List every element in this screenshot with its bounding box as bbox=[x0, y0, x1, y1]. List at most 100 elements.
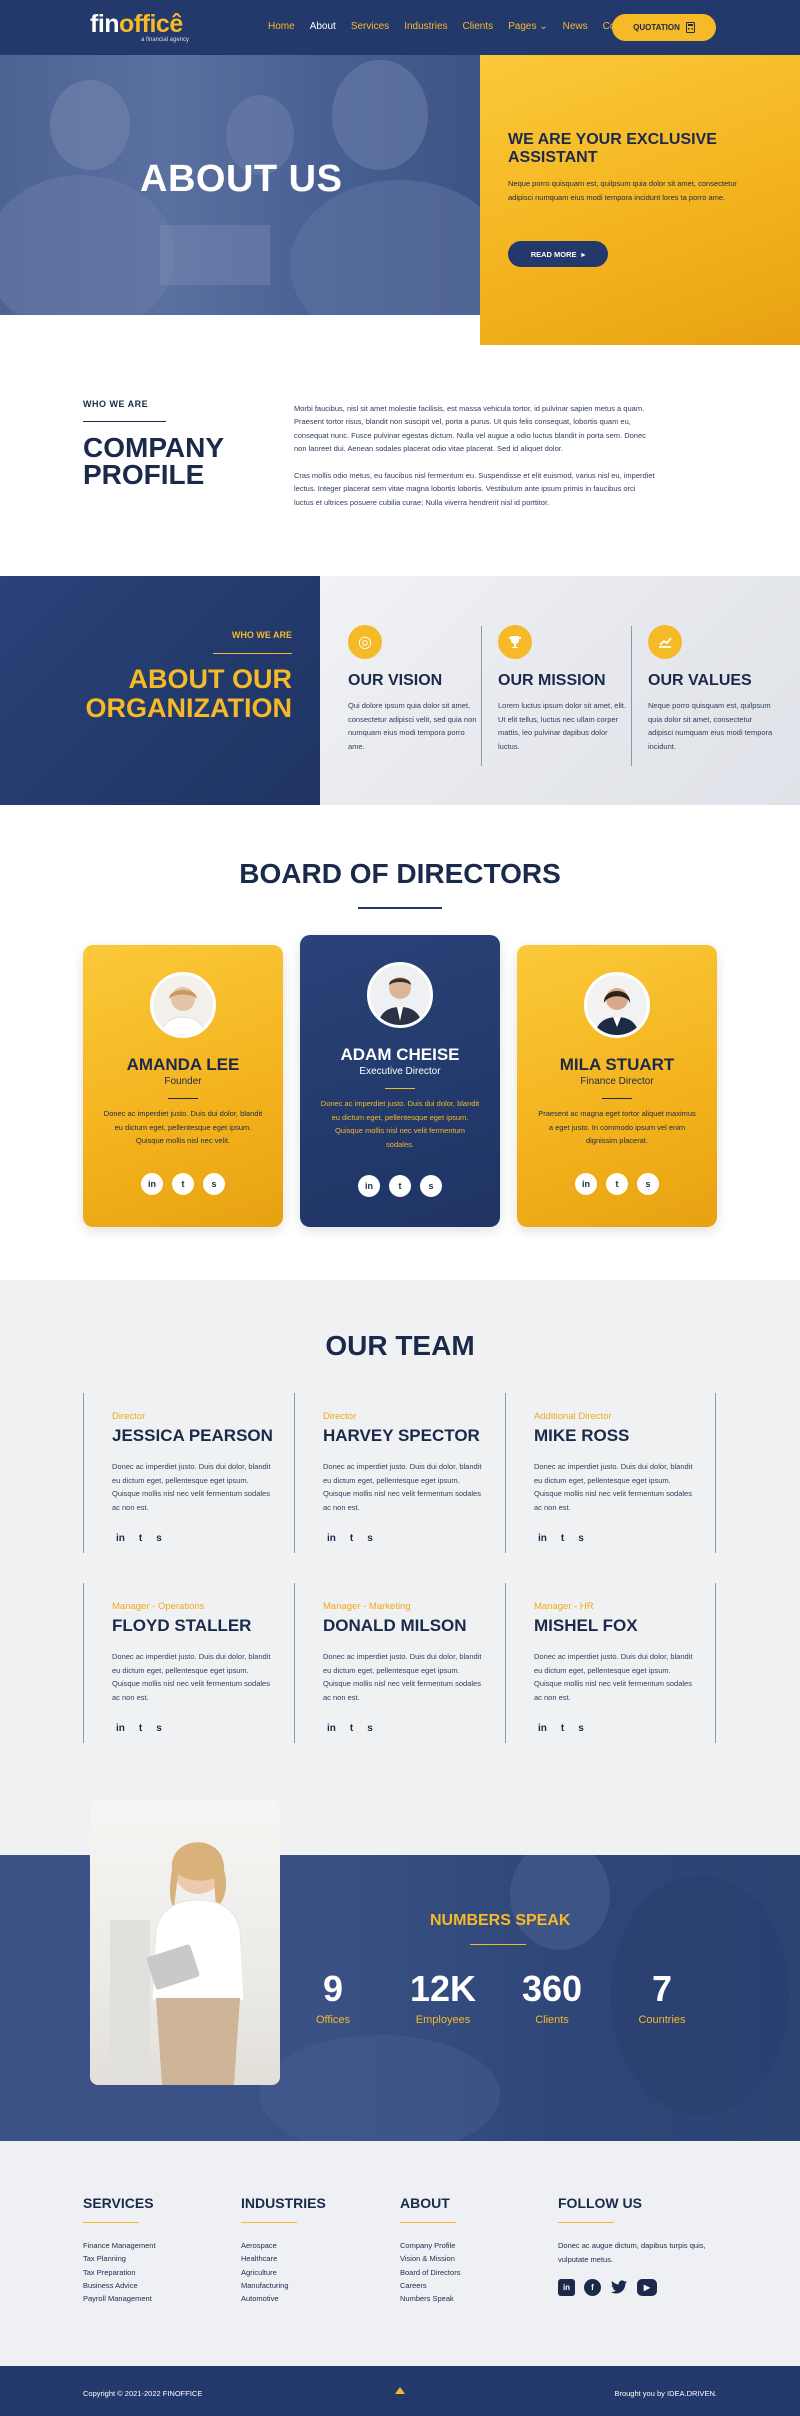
hero-title: ABOUT US bbox=[140, 158, 343, 200]
team-section bbox=[0, 1280, 800, 1855]
footer-link[interactable]: Careers bbox=[400, 2279, 550, 2292]
twitter-icon[interactable]: t bbox=[561, 1723, 564, 1734]
footer-link[interactable]: Agriculture bbox=[241, 2266, 391, 2279]
twitter-icon[interactable] bbox=[610, 2279, 628, 2296]
linkedin-icon[interactable]: in bbox=[141, 1173, 163, 1195]
twitter-icon[interactable]: t bbox=[350, 1723, 353, 1734]
footer-link[interactable]: Manufacturing bbox=[241, 2279, 391, 2292]
team-member-bio: Donec ac imperdiet justo. Duis dui dolor… bbox=[112, 1652, 271, 1702]
read-more-button[interactable]: READ MORE ▸ bbox=[508, 241, 608, 267]
director-social: in t s bbox=[300, 1175, 500, 1197]
team-member-card: Director HARVEY SPECTOR Donec ac imperdi… bbox=[294, 1393, 505, 1553]
footer-link[interactable]: Payroll Management bbox=[83, 2292, 233, 2305]
footer-link[interactable]: Aerospace bbox=[241, 2239, 391, 2252]
numbers-title: NUMBERS SPEAK bbox=[430, 1912, 571, 1929]
linkedin-icon[interactable]: in bbox=[538, 1533, 547, 1544]
footer-link[interactable]: Business Advice bbox=[83, 2279, 233, 2292]
twitter-icon[interactable]: t bbox=[606, 1173, 628, 1195]
nav-about[interactable]: About bbox=[310, 20, 336, 34]
footer-services: SERVICES Finance Management Tax Planning… bbox=[83, 2195, 233, 2305]
footer-link[interactable]: Numbers Speak bbox=[400, 2292, 550, 2305]
footer-divider bbox=[83, 2222, 139, 2223]
footer-link[interactable]: Board of Directors bbox=[400, 2266, 550, 2279]
footer-link[interactable]: Healthcare bbox=[241, 2252, 391, 2265]
board-title: BOARD OF DIRECTORS bbox=[239, 858, 561, 889]
avatar bbox=[150, 972, 216, 1038]
team-member-social: in t s bbox=[538, 1723, 584, 1734]
skype-icon[interactable]: s bbox=[578, 1533, 584, 1544]
team-member-bio: Donec ac imperdiet justo. Duis dui dolor… bbox=[534, 1462, 693, 1512]
footer-link[interactable]: Tax Planning bbox=[83, 2252, 233, 2265]
footer-divider bbox=[558, 2222, 614, 2223]
director-name: AMANDA LEE bbox=[126, 1055, 240, 1074]
card-divider bbox=[385, 1088, 415, 1089]
back-to-top-icon[interactable] bbox=[395, 2387, 405, 2394]
nav-home[interactable]: Home bbox=[268, 20, 295, 34]
footer-heading: INDUSTRIES bbox=[241, 2195, 326, 2211]
team-member-name: JESSICA PEARSON bbox=[112, 1426, 273, 1445]
nav-industries[interactable]: Industries bbox=[404, 20, 447, 34]
footer-link[interactable]: Vision & Mission bbox=[400, 2252, 550, 2265]
twitter-icon[interactable]: t bbox=[561, 1533, 564, 1544]
skype-icon[interactable]: s bbox=[637, 1173, 659, 1195]
profile-divider bbox=[83, 421, 166, 422]
footer-link[interactable]: Tax Preparation bbox=[83, 2266, 233, 2279]
footer-link[interactable]: Finance Management bbox=[83, 2239, 233, 2252]
avatar bbox=[367, 962, 433, 1028]
team-member-card: Manager - Operations FLOYD STALLER Donec… bbox=[83, 1583, 294, 1743]
organization-eyebrow: WHO WE ARE bbox=[231, 630, 292, 640]
skype-icon[interactable]: s bbox=[578, 1723, 584, 1734]
team-member-bio: Donec ac imperdiet justo. Duis dui dolor… bbox=[323, 1462, 482, 1512]
linkedin-icon[interactable]: in bbox=[575, 1173, 597, 1195]
skype-icon[interactable]: s bbox=[367, 1533, 373, 1544]
skype-icon[interactable]: s bbox=[203, 1173, 225, 1195]
team-member-role: Director bbox=[112, 1411, 146, 1422]
trophy-icon bbox=[498, 625, 532, 659]
youtube-icon[interactable]: ▶ bbox=[637, 2279, 657, 2296]
stat-value: 360 bbox=[521, 1968, 583, 2009]
stat-value: 12K bbox=[409, 1968, 477, 2009]
footer-link[interactable]: Company Profile bbox=[400, 2239, 550, 2252]
skype-icon[interactable]: s bbox=[367, 1723, 373, 1734]
linkedin-icon[interactable]: in bbox=[327, 1723, 336, 1734]
team-member-name: HARVEY SPECTOR bbox=[323, 1426, 480, 1445]
linkedin-icon[interactable]: in bbox=[538, 1723, 547, 1734]
credits-text[interactable]: Brought you by IDEA.DRIVEN. bbox=[612, 2389, 717, 2398]
skype-icon[interactable]: s bbox=[156, 1533, 162, 1544]
skype-icon[interactable]: s bbox=[420, 1175, 442, 1197]
linkedin-icon[interactable]: in bbox=[558, 2279, 575, 2296]
hero-card-text: Neque porro quisquam est, quilpsum quia … bbox=[508, 179, 737, 202]
twitter-icon[interactable]: t bbox=[350, 1533, 353, 1544]
logo-tagline: a financial agency bbox=[141, 37, 190, 43]
skype-icon[interactable]: s bbox=[156, 1723, 162, 1734]
facebook-icon[interactable]: f bbox=[584, 2279, 601, 2296]
nav-news[interactable]: News bbox=[563, 20, 588, 34]
profile-eyebrow: WHO WE ARE bbox=[83, 399, 149, 409]
nav-clients[interactable]: Clients bbox=[463, 20, 494, 34]
team-member-social: in t s bbox=[116, 1723, 162, 1734]
quotation-button[interactable]: QUOTATION bbox=[612, 14, 716, 41]
linkedin-icon[interactable]: in bbox=[327, 1533, 336, 1544]
caret-right-icon: ▸ bbox=[581, 249, 586, 259]
linkedin-icon[interactable]: in bbox=[116, 1533, 125, 1544]
mission-text: Lorem luctus ipsum dolor sit amet, elit.… bbox=[498, 701, 626, 751]
linkedin-icon[interactable]: in bbox=[358, 1175, 380, 1197]
twitter-icon[interactable]: t bbox=[172, 1173, 194, 1195]
team-member-role: Manager - Marketing bbox=[323, 1601, 411, 1612]
linkedin-icon[interactable]: in bbox=[116, 1723, 125, 1734]
team-member-social: in t s bbox=[538, 1533, 584, 1544]
team-member-name: DONALD MILSON bbox=[323, 1616, 467, 1635]
twitter-icon[interactable]: t bbox=[389, 1175, 411, 1197]
nav-pages[interactable]: Pages ⌄ bbox=[508, 20, 548, 34]
numbers-divider bbox=[470, 1944, 526, 1945]
logo[interactable]: finofficê bbox=[90, 12, 183, 37]
avatar bbox=[584, 972, 650, 1038]
nav-services[interactable]: Services bbox=[351, 20, 389, 34]
team-member-bio: Donec ac imperdiet justo. Duis dui dolor… bbox=[323, 1652, 482, 1702]
twitter-icon[interactable]: t bbox=[139, 1533, 142, 1544]
footer-link[interactable]: Automotive bbox=[241, 2292, 391, 2305]
twitter-icon[interactable]: t bbox=[139, 1723, 142, 1734]
profile-title: COMPANY PROFILE bbox=[83, 432, 224, 490]
profile-paragraph-2: Cras mollis odio metus, eu faucibus nisl… bbox=[294, 471, 655, 507]
stat-label: Employees bbox=[415, 2014, 471, 2026]
